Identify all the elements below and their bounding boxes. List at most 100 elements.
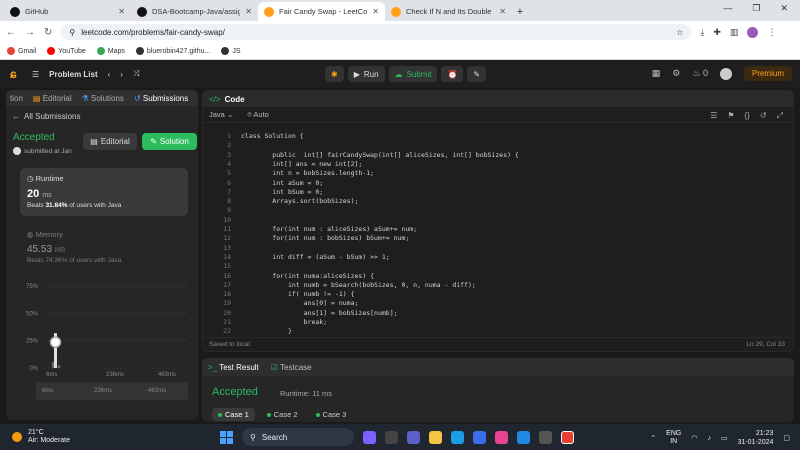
close-icon[interactable]: ✕ <box>245 7 252 16</box>
code-line[interactable]: Arrays.sort(bobSizes); <box>241 197 358 205</box>
browser-tab-check-double[interactable]: Check If N and Its Double Exist ✕ <box>385 2 512 21</box>
run-button[interactable]: ▶ Run <box>347 66 385 82</box>
all-submissions-link[interactable]: ← All Submissions <box>6 106 198 127</box>
code-line[interactable]: public int[] fairCandySwap(int[] aliceSi… <box>241 151 519 159</box>
fullscreen-icon[interactable]: ⤢ <box>777 111 783 121</box>
close-window-icon[interactable]: ✕ <box>780 3 788 14</box>
user-avatar[interactable] <box>719 67 732 80</box>
wifi-icon[interactable]: ◠ <box>691 434 697 442</box>
back-icon[interactable]: ← <box>6 27 16 38</box>
streak-counter[interactable]: ♨ 0 <box>692 68 708 79</box>
debug-button[interactable]: ✱ <box>325 66 344 82</box>
code-line[interactable]: int[] ans = new int[2]; <box>241 160 362 168</box>
prev-problem-icon[interactable]: ‹ <box>108 70 111 79</box>
code-line[interactable]: int aSum = 0; <box>241 179 323 187</box>
menu-icon[interactable]: ⋮ <box>767 27 776 38</box>
taskbar-search[interactable]: ⚲ Search <box>242 428 354 446</box>
forward-icon[interactable]: → <box>25 27 35 38</box>
code-line[interactable]: for(int num : aliceSizes) aSum+= num; <box>241 225 417 233</box>
tab-solutions[interactable]: ⚗ Solutions <box>82 94 124 103</box>
edge-icon[interactable] <box>451 430 464 444</box>
volume-icon[interactable]: ♪ <box>707 435 711 442</box>
solution-button[interactable]: ✎ Solution <box>142 133 197 150</box>
bookmark-github-pages[interactable]: bluerobin427.githu... <box>135 47 210 55</box>
bookmark-youtube[interactable]: YouTube <box>47 47 86 55</box>
bookmark-js[interactable]: JS <box>221 47 241 55</box>
bookmark-maps[interactable]: Maps <box>96 47 125 55</box>
system-clock[interactable]: 21:23 31-01-2024 <box>738 429 774 447</box>
browser-tab-github[interactable]: GitHub ✕ <box>4 2 131 21</box>
language-select[interactable]: Java ⌄ <box>209 110 233 119</box>
format-icon[interactable]: ☰ <box>710 111 717 121</box>
code-line[interactable]: break; <box>241 318 327 326</box>
code-line[interactable]: int diff = (aSum - bSum) >> 1; <box>241 253 389 261</box>
code-line[interactable]: ans[1] = bobSizes[numb]; <box>241 309 398 317</box>
task-view-icon[interactable] <box>385 430 398 444</box>
chrome-icon[interactable] <box>561 430 574 444</box>
code-line[interactable]: int numb = bSearch(bobSizes, 0, n, numa … <box>241 281 476 289</box>
braces-icon[interactable]: {} <box>745 111 750 121</box>
extensions-icon[interactable]: ✚ <box>713 27 721 38</box>
case-tab-1[interactable]: Case 1 <box>212 408 255 421</box>
problem-list-icon[interactable]: ☰ <box>32 70 39 79</box>
minimize-icon[interactable]: — <box>723 3 732 14</box>
file-explorer-icon[interactable] <box>429 430 442 444</box>
bookmark-gmail[interactable]: Gmail <box>7 47 36 55</box>
browser-tab-fair-candy[interactable]: Fair Candy Swap - LeetCode ✕ <box>258 2 385 21</box>
store-icon[interactable] <box>473 430 486 444</box>
teams-icon[interactable] <box>407 430 420 444</box>
intellij-icon[interactable] <box>495 430 508 444</box>
tab-description[interactable]: tion <box>10 94 23 103</box>
weather-widget[interactable]: 21°C Air: Moderate <box>12 429 70 445</box>
code-line[interactable]: int n = bobSizes.length-1; <box>241 169 374 177</box>
restore-icon[interactable]: ❐ <box>752 3 760 14</box>
battery-icon[interactable]: ▭ <box>721 434 728 442</box>
sidebar-icon[interactable]: ▥ <box>730 27 739 38</box>
tab-testcase[interactable]: ☑ Testcase <box>271 363 312 372</box>
reload-icon[interactable]: ↻ <box>44 27 52 38</box>
profile-avatar[interactable] <box>747 26 759 38</box>
range-slider[interactable]: 6ms 236ms 463ms <box>36 382 188 400</box>
premium-button[interactable]: Premium <box>743 66 792 81</box>
code-line[interactable]: ans[0] = numa; <box>241 299 359 307</box>
highlight-point[interactable] <box>49 336 62 348</box>
shuffle-icon[interactable]: ⤨ <box>133 69 139 79</box>
close-icon[interactable]: ✕ <box>499 7 506 16</box>
code-line[interactable]: } <box>241 327 292 335</box>
submit-button[interactable]: ☁ Submit <box>388 66 438 82</box>
editorial-button[interactable]: ▤ Editorial <box>83 133 137 150</box>
layout-icon[interactable]: ▦ <box>652 68 661 79</box>
code-line[interactable]: class Solution { <box>241 132 304 140</box>
tab-editorial[interactable]: ▤ Editorial <box>33 94 72 103</box>
browser-tab-dsa[interactable]: DSA-Bootcamp-Java/assignme ✕ <box>131 2 258 21</box>
reset-icon[interactable]: ↺ <box>760 111 767 121</box>
code-line[interactable]: for(int num : bobSizes) bSum+= num; <box>241 234 409 242</box>
notification-icon[interactable]: ▢ <box>783 434 790 442</box>
language-indicator[interactable]: ENG IN <box>666 430 681 446</box>
code-line[interactable]: int bSum = 0; <box>241 188 323 196</box>
bookmark-star-icon[interactable]: ☆ <box>676 28 683 37</box>
tab-submissions[interactable]: ↺ Submissions <box>134 94 188 103</box>
bookmark-icon[interactable]: ⚑ <box>727 111 734 121</box>
copilot-icon[interactable] <box>363 430 376 444</box>
url-bar[interactable]: ⚲ leetcode.com/problems/fair-candy-swap/… <box>61 24 692 40</box>
timer-button[interactable]: ⏰ <box>441 66 464 82</box>
close-icon[interactable]: ✕ <box>118 7 125 16</box>
download-icon[interactable]: ⤓ <box>700 27 704 38</box>
settings-gear-icon[interactable]: ⚙ <box>672 68 680 79</box>
code-line[interactable]: for(int numa:aliceSizes) { <box>241 272 374 280</box>
close-icon[interactable]: ✕ <box>372 7 379 16</box>
code-line[interactable]: if( numb != -1) { <box>241 290 355 298</box>
case-tab-2[interactable]: Case 2 <box>261 408 304 421</box>
problem-list-link[interactable]: Problem List <box>49 70 97 79</box>
chevron-up-icon[interactable]: ⌃ <box>650 434 656 442</box>
windows-start-icon[interactable] <box>220 430 233 444</box>
site-info-icon[interactable]: ⚲ <box>69 28 75 37</box>
vscode-icon[interactable] <box>517 430 530 444</box>
notes-button[interactable]: ✎ <box>467 66 487 82</box>
next-problem-icon[interactable]: › <box>120 70 123 79</box>
new-tab-button[interactable]: + <box>512 2 528 21</box>
calculator-icon[interactable] <box>539 430 552 444</box>
autocomplete-toggle[interactable]: ⌾ Auto <box>247 110 269 120</box>
case-tab-3[interactable]: Case 3 <box>310 408 353 421</box>
